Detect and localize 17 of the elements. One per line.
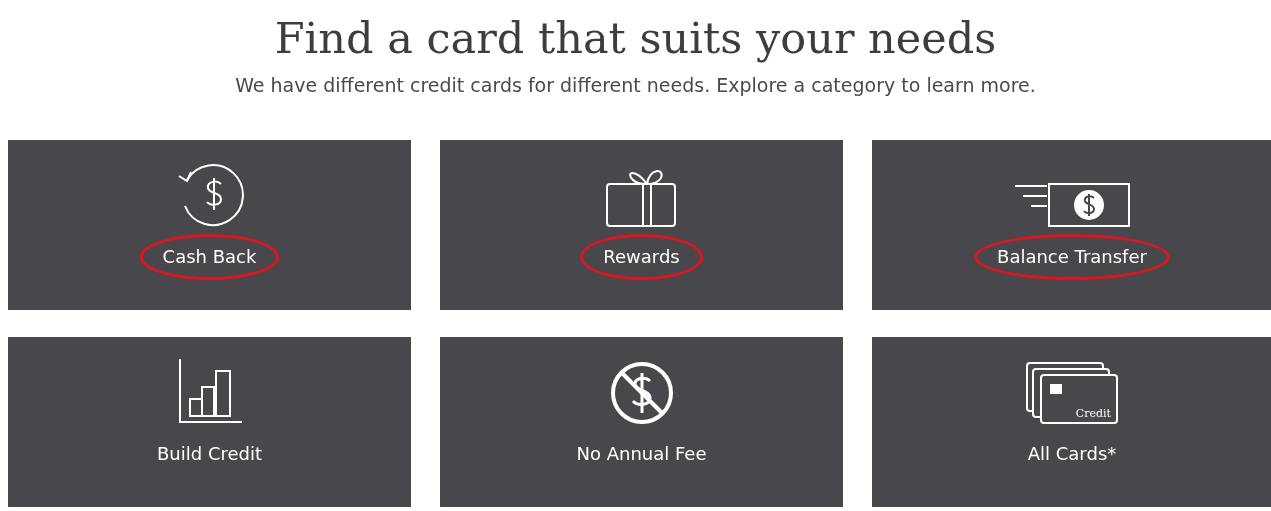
- category-tile[interactable]: Cash Back: [8, 140, 411, 310]
- bar-chart-icon: [177, 359, 242, 425]
- category-label: Cash Back: [139, 234, 280, 280]
- category-label: Balance Transfer: [974, 234, 1170, 280]
- category-tile[interactable]: Balance Transfer: [872, 140, 1271, 310]
- category-tile[interactable]: Credit All Cards*: [872, 337, 1271, 507]
- moving-banknote-icon: [1013, 182, 1131, 228]
- page-subheading: We have different credit cards for different needs. Explore a category to learn more.: [235, 73, 1036, 98]
- category-tile[interactable]: Build Credit: [8, 337, 411, 507]
- category-tile[interactable]: Rewards: [440, 140, 843, 310]
- category-label: All Cards*: [1026, 442, 1118, 466]
- category-label: Rewards: [580, 234, 703, 280]
- category-tile[interactable]: No Annual Fee: [440, 337, 843, 507]
- page-heading: Find a card that suits your needs: [274, 12, 997, 65]
- category-label: No Annual Fee: [575, 442, 708, 466]
- category-label: Build Credit: [155, 442, 263, 466]
- no-dollar-icon: [609, 361, 674, 425]
